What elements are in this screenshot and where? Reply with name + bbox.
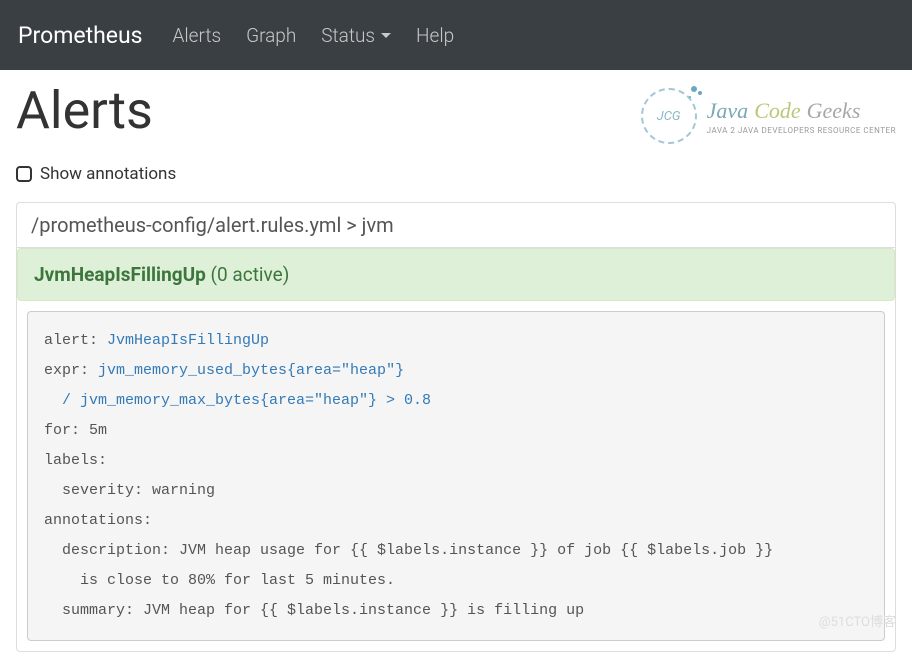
logo-word-code: Code — [754, 98, 800, 124]
navbar-brand[interactable]: Prometheus — [18, 22, 143, 49]
logo-word-java: Java — [707, 98, 749, 124]
alert-active-count: (0 active) — [211, 263, 290, 286]
alert-rule-name: JvmHeapIsFillingUp — [34, 263, 206, 286]
logo-word-geeks: Geeks — [807, 98, 861, 124]
expr-link[interactable]: jvm_memory_used_bytes{area="heap"} — [98, 362, 404, 379]
expr-link-cont[interactable]: / jvm_memory_max_bytes{area="heap"} > 0.… — [44, 392, 431, 409]
nav-alerts[interactable]: Alerts — [173, 24, 222, 47]
watermark: @51CTO博客 — [819, 611, 896, 630]
show-annotations-label: Show annotations — [40, 164, 176, 184]
logo-text: Java Code Geeks JAVA 2 JAVA DEVELOPERS R… — [707, 98, 896, 135]
navbar: Prometheus Alerts Graph Status Help — [0, 0, 912, 70]
header-row: Alerts JCG Java Code Geeks JAVA 2 JAVA D… — [16, 82, 896, 144]
content-area: Alerts JCG Java Code Geeks JAVA 2 JAVA D… — [0, 70, 912, 664]
logo-tagline: JAVA 2 JAVA DEVELOPERS RESOURCE CENTER — [707, 126, 896, 135]
alert-rule-row[interactable]: JvmHeapIsFillingUp (0 active) — [17, 248, 895, 301]
rules-file-header[interactable]: /prometheus-config/alert.rules.yml > jvm — [17, 203, 895, 248]
chevron-down-icon — [381, 33, 391, 38]
alert-rule-definition: alert: JvmHeapIsFillingUp expr: jvm_memo… — [27, 311, 885, 641]
alert-name-link[interactable]: JvmHeapIsFillingUp — [107, 332, 269, 349]
logo: JCG Java Code Geeks JAVA 2 JAVA DEVELOPE… — [641, 82, 896, 144]
page-title: Alerts — [16, 82, 153, 139]
show-annotations-toggle[interactable]: Show annotations — [16, 164, 896, 184]
nav-graph[interactable]: Graph — [246, 24, 296, 47]
nav-status[interactable]: Status — [321, 24, 391, 47]
checkbox-icon — [16, 166, 32, 182]
rules-panel: /prometheus-config/alert.rules.yml > jvm… — [16, 202, 896, 652]
nav-help[interactable]: Help — [416, 24, 454, 47]
nav-status-label: Status — [321, 24, 375, 47]
logo-badge-icon: JCG — [641, 88, 697, 144]
